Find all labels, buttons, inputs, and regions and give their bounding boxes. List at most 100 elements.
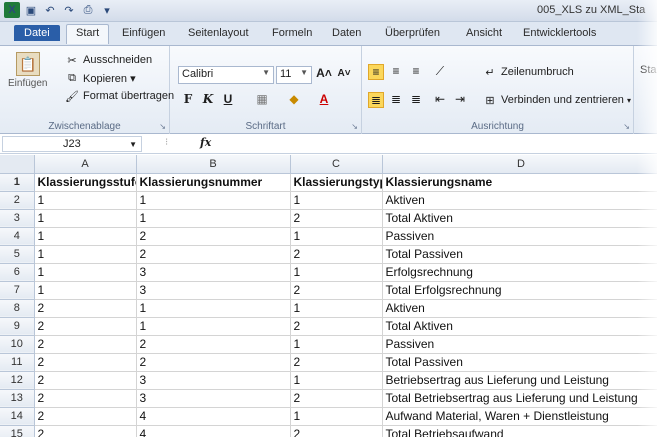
cell[interactable]: 1 xyxy=(290,191,383,210)
cell[interactable]: 1 xyxy=(290,407,383,426)
cell[interactable]: 2 xyxy=(34,389,137,408)
format-painter-button[interactable]: 🖌 Format übertragen xyxy=(64,88,174,104)
styles-button[interactable]: Sta xyxy=(640,64,657,76)
row-header[interactable]: 15 xyxy=(0,425,35,437)
cell[interactable]: 1 xyxy=(290,299,383,318)
cut-button[interactable]: ✂ Ausschneiden xyxy=(64,52,152,68)
merge-center-button[interactable]: ⊞ Verbinden und zentrieren ▾ xyxy=(482,92,631,108)
redo-icon[interactable]: ↷ xyxy=(61,2,77,18)
cell[interactable]: 1 xyxy=(34,245,137,264)
row-header[interactable]: 12 xyxy=(0,371,35,390)
customize-toolbar-icon[interactable]: ▾ xyxy=(99,2,115,18)
grow-font-icon[interactable]: A˄ xyxy=(316,66,332,82)
cell[interactable]: 2 xyxy=(290,425,383,437)
cell[interactable]: Klassierungsnummer xyxy=(136,173,291,192)
cell[interactable]: 1 xyxy=(136,209,291,228)
cell[interactable]: Total Passiven xyxy=(382,245,657,264)
save-icon[interactable]: ▣ xyxy=(23,2,39,18)
font-color-icon[interactable]: A xyxy=(316,92,332,108)
cell[interactable]: Betriebsertrag aus Lieferung und Leistun… xyxy=(382,371,657,390)
cell[interactable]: 2 xyxy=(136,353,291,372)
cell[interactable]: 1 xyxy=(136,317,291,336)
cell[interactable]: Total Aktiven xyxy=(382,209,657,228)
row-header[interactable]: 6 xyxy=(0,263,35,282)
cell[interactable]: Klassierungstyp xyxy=(290,173,383,192)
tab-data[interactable]: Daten xyxy=(332,27,361,39)
row-header[interactable]: 2 xyxy=(0,191,35,210)
row-header[interactable]: 13 xyxy=(0,389,35,408)
cell[interactable]: 1 xyxy=(34,263,137,282)
cell[interactable]: 2 xyxy=(34,353,137,372)
cell[interactable]: 2 xyxy=(290,389,383,408)
bold-button[interactable]: F xyxy=(180,92,196,108)
select-all-corner[interactable] xyxy=(0,155,35,174)
row-header[interactable]: 7 xyxy=(0,281,35,300)
column-header-a[interactable]: A xyxy=(34,155,137,174)
cell[interactable]: 2 xyxy=(290,245,383,264)
tab-review[interactable]: Überprüfen xyxy=(385,27,440,39)
cell[interactable]: 1 xyxy=(290,335,383,354)
paste-button[interactable]: 📋 Einfügen xyxy=(8,52,47,89)
cell[interactable]: 2 xyxy=(34,425,137,437)
align-left-icon[interactable]: ≣ xyxy=(368,92,384,108)
insert-function-button[interactable]: fx xyxy=(200,136,211,149)
cell[interactable]: 4 xyxy=(136,407,291,426)
cell[interactable]: Total Aktiven xyxy=(382,317,657,336)
cell[interactable]: 2 xyxy=(34,407,137,426)
cell[interactable]: 2 xyxy=(290,317,383,336)
cell[interactable]: Erfolgsrechnung xyxy=(382,263,657,282)
cell[interactable]: Aufwand Material, Waren + Dienstleistung xyxy=(382,407,657,426)
tab-view[interactable]: Ansicht xyxy=(466,27,502,39)
cell[interactable]: 1 xyxy=(290,371,383,390)
row-header[interactable]: 14 xyxy=(0,407,35,426)
cell[interactable]: Passiven xyxy=(382,227,657,246)
cell[interactable]: Klassierungsname xyxy=(382,173,657,192)
cell[interactable]: 1 xyxy=(136,191,291,210)
align-bottom-icon[interactable]: ≡ xyxy=(408,64,424,80)
cell[interactable]: 1 xyxy=(34,209,137,228)
column-header-c[interactable]: C xyxy=(290,155,383,174)
cell[interactable]: 3 xyxy=(136,281,291,300)
font-size-select[interactable]: 11 ▼ xyxy=(276,66,312,84)
tab-formulas[interactable]: Formeln xyxy=(272,27,312,39)
tab-file[interactable]: Datei xyxy=(14,25,60,41)
cell[interactable]: 1 xyxy=(34,281,137,300)
row-header[interactable]: 5 xyxy=(0,245,35,264)
copy-button[interactable]: ⧉ Kopieren ▾ xyxy=(64,70,136,86)
cell[interactable]: 2 xyxy=(290,281,383,300)
cell[interactable]: 2 xyxy=(34,317,137,336)
underline-button[interactable]: U xyxy=(220,92,236,108)
text-orientation-icon[interactable]: ⟋ xyxy=(432,64,448,80)
cell[interactable]: Passiven xyxy=(382,335,657,354)
align-middle-icon[interactable]: ≡ xyxy=(388,64,404,80)
borders-icon[interactable]: ▦ xyxy=(254,92,270,108)
cell[interactable]: Aktiven xyxy=(382,191,657,210)
increase-indent-icon[interactable]: ⇥ xyxy=(452,92,468,108)
font-launcher-icon[interactable]: ↘ xyxy=(351,122,358,131)
cell[interactable]: 3 xyxy=(136,371,291,390)
cell[interactable]: 2 xyxy=(290,353,383,372)
cell[interactable]: Aktiven xyxy=(382,299,657,318)
column-header-b[interactable]: B xyxy=(136,155,291,174)
alignment-launcher-icon[interactable]: ↘ xyxy=(623,122,630,131)
cell[interactable]: 2 xyxy=(136,335,291,354)
tab-insert[interactable]: Einfügen xyxy=(122,27,165,39)
cell[interactable]: 1 xyxy=(290,227,383,246)
cell[interactable]: 1 xyxy=(136,299,291,318)
column-header-d[interactable]: D xyxy=(382,155,657,174)
cell[interactable]: 2 xyxy=(136,245,291,264)
row-header[interactable]: 10 xyxy=(0,335,35,354)
italic-button[interactable]: K xyxy=(200,92,216,108)
row-header[interactable]: 11 xyxy=(0,353,35,372)
align-center-icon[interactable]: ≣ xyxy=(388,92,404,108)
cell[interactable]: 3 xyxy=(136,389,291,408)
cell[interactable]: Klassierungsstufe xyxy=(34,173,137,192)
cell[interactable]: Total Betriebsaufwand xyxy=(382,425,657,437)
undo-icon[interactable]: ↶ xyxy=(42,2,58,18)
tab-page-layout[interactable]: Seitenlayout xyxy=(188,27,249,39)
fill-color-icon[interactable]: ◆ xyxy=(286,92,302,108)
clipboard-launcher-icon[interactable]: ↘ xyxy=(159,122,166,131)
tab-start[interactable]: Start xyxy=(66,24,110,44)
decrease-indent-icon[interactable]: ⇤ xyxy=(432,92,448,108)
cell[interactable]: 3 xyxy=(136,263,291,282)
